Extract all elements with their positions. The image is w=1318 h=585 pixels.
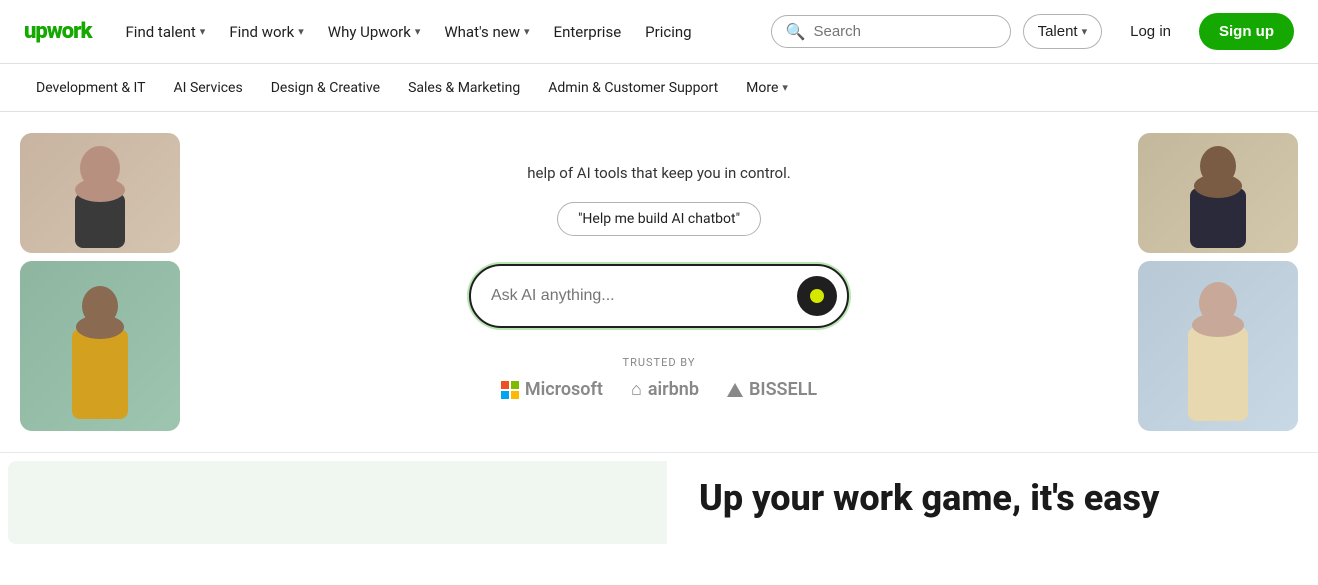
person-silhouette-2 bbox=[60, 271, 140, 421]
talent-dropdown-button[interactable]: Talent ▾ bbox=[1023, 14, 1103, 49]
nav-items: Find talent ▾ Find work ▾ Why Upwork ▾ W… bbox=[116, 15, 763, 49]
nav-why-upwork[interactable]: Why Upwork ▾ bbox=[318, 15, 431, 49]
ai-suggestion-pill[interactable]: "Help me build AI chatbot" bbox=[557, 202, 761, 236]
hero-photos-left bbox=[20, 112, 180, 452]
hero-person-image-3 bbox=[1138, 133, 1298, 253]
airbnb-icon: ⌂ bbox=[631, 379, 642, 400]
person-silhouette-1 bbox=[60, 138, 140, 248]
ai-input-container bbox=[469, 264, 849, 328]
bottom-section: Up your work game, it's easy bbox=[0, 452, 1318, 544]
bissell-logo: BISSELL bbox=[727, 379, 817, 400]
submit-dot-icon bbox=[810, 289, 824, 303]
bottom-left-panel bbox=[8, 461, 667, 544]
ms-square-4 bbox=[511, 391, 519, 399]
hero-section: help of AI tools that keep you in contro… bbox=[0, 112, 1318, 452]
more-button[interactable]: More ▾ bbox=[734, 72, 800, 104]
login-button[interactable]: Log in bbox=[1114, 15, 1187, 48]
hero-photo-2 bbox=[20, 261, 180, 431]
person-silhouette-4 bbox=[1178, 271, 1258, 421]
hero-photo-3 bbox=[1138, 133, 1298, 253]
chevron-down-icon: ▾ bbox=[200, 25, 206, 38]
nav-right: 🔍 Talent ▾ Log in Sign up bbox=[771, 13, 1294, 50]
nav-find-talent[interactable]: Find talent ▾ bbox=[116, 15, 216, 49]
hero-photo-1 bbox=[20, 133, 180, 253]
top-navigation: upwork Find talent ▾ Find work ▾ Why Upw… bbox=[0, 0, 1318, 64]
nav-admin-support[interactable]: Admin & Customer Support bbox=[536, 72, 730, 104]
search-icon: 🔍 bbox=[786, 22, 806, 41]
ai-submit-button[interactable] bbox=[797, 276, 837, 316]
hero-photos-right bbox=[1138, 112, 1298, 452]
trusted-label: TRUSTED BY bbox=[469, 356, 849, 369]
microsoft-logo: Microsoft bbox=[501, 379, 603, 400]
airbnb-logo: ⌂ airbnb bbox=[631, 379, 699, 400]
hero-center-content: help of AI tools that keep you in contro… bbox=[469, 164, 849, 400]
nav-design-creative[interactable]: Design & Creative bbox=[259, 72, 392, 104]
chevron-down-icon: ▾ bbox=[524, 25, 530, 38]
microsoft-grid-icon bbox=[501, 381, 519, 399]
chevron-down-icon: ▾ bbox=[1082, 25, 1088, 38]
ms-square-2 bbox=[511, 381, 519, 389]
nav-find-work[interactable]: Find work ▾ bbox=[219, 15, 313, 49]
chevron-down-icon: ▾ bbox=[782, 81, 788, 94]
signup-button[interactable]: Sign up bbox=[1199, 13, 1294, 50]
chevron-down-icon: ▾ bbox=[415, 25, 421, 38]
chevron-down-icon: ▾ bbox=[298, 25, 304, 38]
hero-person-image-1 bbox=[20, 133, 180, 253]
hero-person-image-4 bbox=[1138, 261, 1298, 431]
search-input[interactable] bbox=[813, 23, 995, 40]
nav-enterprise[interactable]: Enterprise bbox=[544, 15, 632, 49]
trusted-section: TRUSTED BY Microsoft ⌂ airbnb bbox=[469, 356, 849, 400]
ms-square-3 bbox=[501, 391, 509, 399]
nav-sales-marketing[interactable]: Sales & Marketing bbox=[396, 72, 532, 104]
bottom-right-panel: Up your work game, it's easy bbox=[667, 453, 1318, 544]
nav-whats-new[interactable]: What's new ▾ bbox=[434, 15, 539, 49]
nav-pricing[interactable]: Pricing bbox=[635, 15, 701, 49]
hero-subtitle: help of AI tools that keep you in contro… bbox=[469, 164, 849, 182]
search-bar[interactable]: 🔍 bbox=[771, 15, 1011, 48]
trusted-logos: Microsoft ⌂ airbnb BISSELL bbox=[469, 379, 849, 400]
ms-square-1 bbox=[501, 381, 509, 389]
hero-photo-4 bbox=[1138, 261, 1298, 431]
bottom-heading: Up your work game, it's easy bbox=[699, 477, 1286, 520]
upwork-logo[interactable]: upwork bbox=[24, 19, 92, 44]
secondary-navigation: Development & IT AI Services Design & Cr… bbox=[0, 64, 1318, 112]
person-silhouette-3 bbox=[1178, 138, 1258, 248]
nav-ai-services[interactable]: AI Services bbox=[162, 72, 255, 104]
nav-development-it[interactable]: Development & IT bbox=[24, 72, 158, 104]
ai-search-input[interactable] bbox=[491, 287, 797, 305]
hero-person-image-2 bbox=[20, 261, 180, 431]
bissell-triangle-icon bbox=[727, 383, 743, 397]
